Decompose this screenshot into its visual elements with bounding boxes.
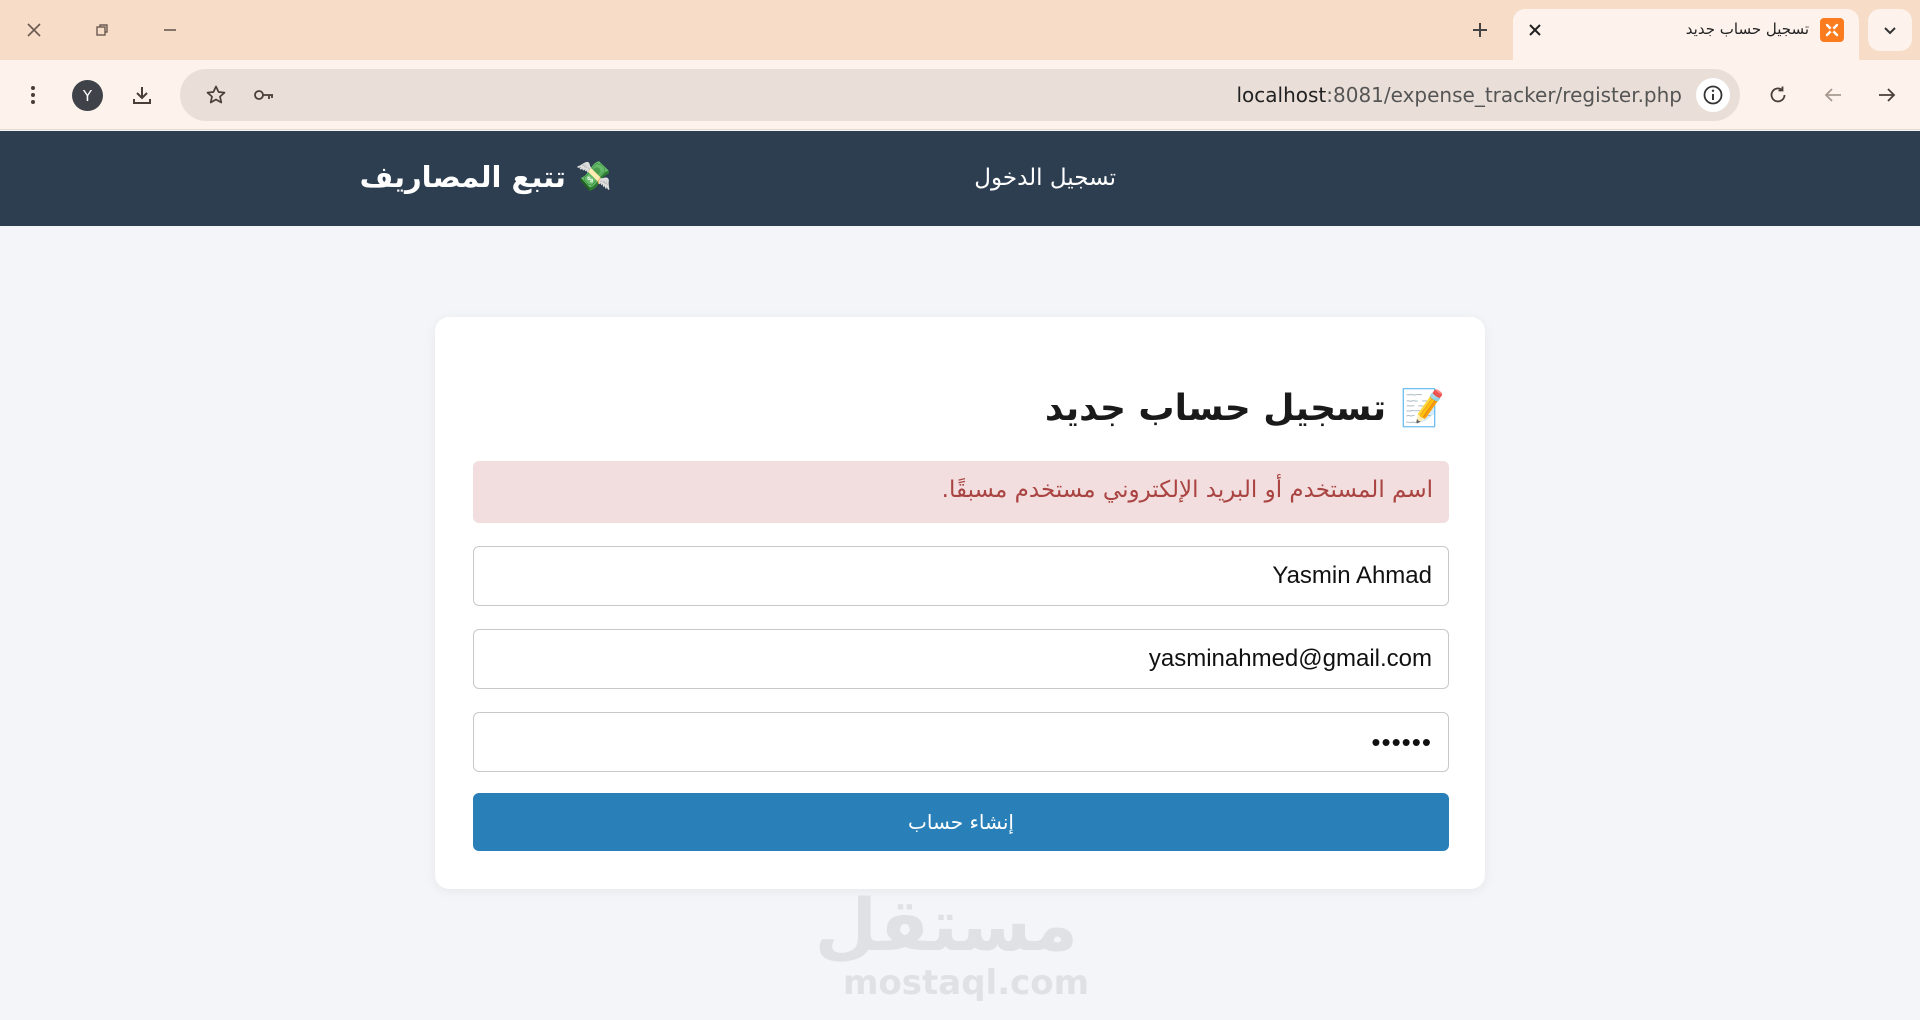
username-input[interactable]: [473, 546, 1449, 606]
password-manager-button[interactable]: [244, 75, 284, 115]
key-icon: [254, 90, 273, 100]
profile-avatar[interactable]: Y: [72, 80, 103, 111]
tab-search-button[interactable]: [1868, 9, 1912, 51]
address-bar[interactable]: localhost:8081/expense_tracker/register.…: [180, 69, 1740, 121]
browser-tab-active[interactable]: تسجيل حساب جديد: [1513, 9, 1859, 60]
close-icon: [27, 23, 41, 37]
bookmark-button[interactable]: [196, 75, 236, 115]
download-icon: [133, 87, 151, 104]
info-icon: [1703, 85, 1723, 105]
kebab-menu-icon: [31, 86, 35, 104]
watermark-arabic: مستقل: [814, 883, 1078, 967]
site-info-button[interactable]: [1696, 78, 1730, 112]
star-icon: [206, 85, 226, 104]
minimize-icon: [164, 29, 176, 31]
new-tab-button[interactable]: [1462, 12, 1498, 48]
mostaql-watermark: مستقل mostaql.com: [814, 883, 1090, 1003]
url-text[interactable]: localhost:8081/expense_tracker/register.…: [1236, 83, 1682, 107]
restore-icon: [96, 24, 108, 36]
tab-title: تسجيل حساب جديد: [1685, 20, 1809, 38]
arrow-right-icon: [1879, 88, 1896, 102]
brand-title: تتبع المصاريف: [359, 159, 566, 194]
site-brand[interactable]: 💸 تتبع المصاريف: [360, 159, 612, 194]
url-host: localhost: [1236, 83, 1327, 107]
error-message: اسم المستخدم أو البريد الإلكتروني مستخدم…: [941, 477, 1433, 503]
watermark-latin: mostaql.com: [843, 963, 1090, 1003]
error-alert: اسم المستخدم أو البريد الإلكتروني مستخدم…: [473, 461, 1449, 523]
email-input[interactable]: [473, 629, 1449, 689]
tab-close-button[interactable]: [1523, 18, 1547, 42]
close-window-button[interactable]: [12, 12, 56, 48]
browser-tab-strip: تسجيل حساب جديد: [0, 0, 1920, 60]
forward-button[interactable]: [1867, 75, 1907, 115]
memo-icon: 📝: [1400, 388, 1445, 429]
reload-icon: [1770, 86, 1786, 103]
arrow-left-icon: [1824, 88, 1841, 102]
browser-menu-button[interactable]: [13, 75, 53, 115]
nav-login-link[interactable]: تسجيل الدخول: [974, 165, 1116, 191]
back-button[interactable]: [1813, 75, 1853, 115]
create-account-button[interactable]: إنشاء حساب: [473, 793, 1449, 851]
plus-icon: [1473, 23, 1487, 37]
downloads-button[interactable]: [122, 75, 162, 115]
register-title: 📝 تسجيل حساب جديد: [1044, 387, 1445, 430]
money-icon: 💸: [575, 159, 612, 193]
reload-button[interactable]: [1758, 75, 1798, 115]
register-card: 📝 تسجيل حساب جديد اسم المستخدم أو البريد…: [435, 317, 1485, 889]
chevron-down-icon: [1884, 27, 1896, 35]
password-input[interactable]: [473, 712, 1449, 772]
register-title-text: تسجيل حساب جديد: [1044, 387, 1387, 429]
browser-toolbar: Y localhost:8081/expense_tracker/registe…: [0, 60, 1920, 130]
url-path: :8081/expense_tracker/register.php: [1326, 83, 1682, 107]
site-header: 💸 تتبع المصاريف تسجيل الدخول: [0, 131, 1920, 226]
xampp-icon: [1820, 18, 1844, 42]
close-icon: [1529, 24, 1541, 36]
restore-window-button[interactable]: [80, 12, 124, 48]
minimize-window-button[interactable]: [148, 12, 192, 48]
